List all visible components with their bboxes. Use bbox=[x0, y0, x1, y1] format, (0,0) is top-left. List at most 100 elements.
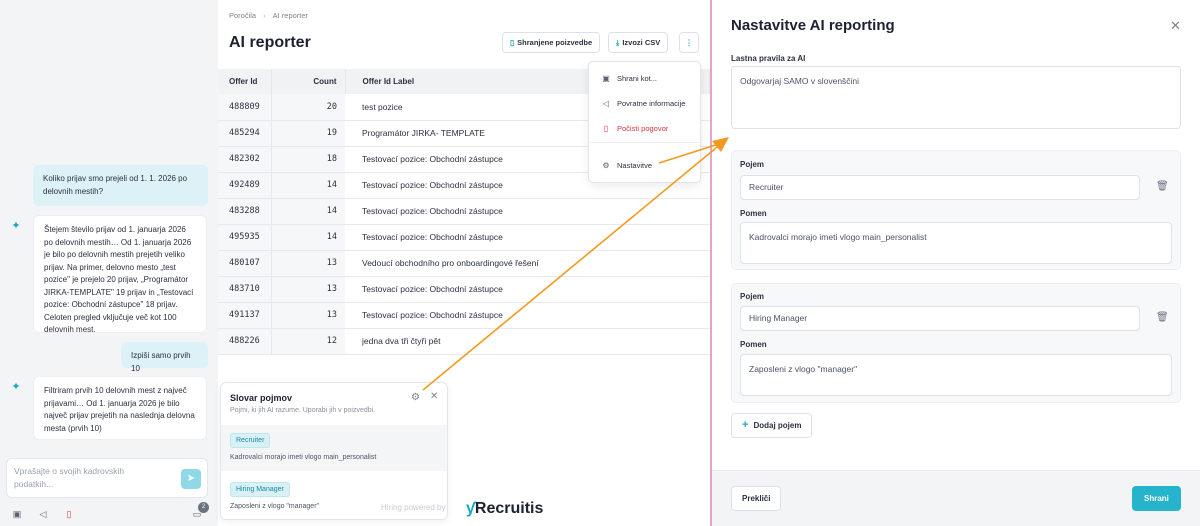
cell-count: 14 bbox=[270, 198, 345, 225]
powered-by-text: Hiring powered by bbox=[381, 503, 446, 512]
cell-count: 18 bbox=[270, 146, 345, 173]
cancel-button[interactable]: Prekliči bbox=[731, 486, 782, 511]
add-term-label: Dodaj pojem bbox=[753, 421, 802, 430]
send-button[interactable]: ➤ bbox=[181, 469, 201, 489]
settings-title: Nastavitve AI reporting bbox=[731, 17, 895, 34]
menu-item-feedback[interactable]: ◁ Povratne informacije bbox=[589, 94, 702, 114]
cell-count: 13 bbox=[270, 276, 345, 303]
close-icon[interactable]: ✕ bbox=[430, 391, 438, 402]
term-input[interactable]: Hiring Manager bbox=[740, 306, 1140, 331]
trash-icon: ▯ bbox=[603, 124, 609, 133]
chevron-right-icon: › bbox=[263, 11, 266, 20]
table-row: 495935 14 Testovací pozice: Obchodní zástu… bbox=[218, 224, 710, 251]
cell-offer-label: Testovací pozice: Obchodní zástupce bbox=[345, 224, 710, 251]
chat-message-user: Koliko prijav smo prejeli od 1. 1. 2026 … bbox=[33, 165, 208, 206]
cell-offer-id: 495935 bbox=[218, 224, 271, 251]
save-icon[interactable]: ▣ bbox=[10, 507, 24, 521]
trash-icon[interactable]: ▯ bbox=[62, 507, 76, 521]
chat-input[interactable]: Vprašajte o svojih kadrovskih podatkih..… bbox=[6, 458, 208, 498]
meaning-textarea[interactable]: Zaposleni z vlogo "manager" bbox=[740, 354, 1172, 396]
save-button[interactable]: Shrani bbox=[1132, 486, 1181, 511]
trash-icon[interactable]: 🗑 bbox=[1156, 312, 1169, 323]
chat-input-placeholder: Vprašajte o svojih kadrovskih podatkih..… bbox=[14, 466, 125, 489]
glossary-item[interactable]: Recruiter Kadrovalci morajo imeti vlogo … bbox=[221, 425, 447, 471]
glossary-card: Slovar pojmov Pojmi, ki jih AI razume. U… bbox=[220, 382, 448, 520]
cell-offer-label: Testovací pozice: Obchodní zástupce bbox=[345, 276, 710, 303]
export-csv-label: Izvozi CSV bbox=[622, 38, 661, 47]
menu-item-label: Shrani kot... bbox=[617, 74, 658, 83]
cell-count: 20 bbox=[270, 94, 345, 121]
menu-divider bbox=[589, 142, 702, 143]
page-title: AI reporter bbox=[229, 34, 311, 51]
term-label: Pojem bbox=[740, 160, 765, 169]
glossary-term-tag: Recruiter bbox=[230, 433, 271, 448]
cell-count: 12 bbox=[270, 328, 345, 355]
cell-count: 19 bbox=[270, 120, 345, 147]
table-row: 488226 12 jedna dva tři čtyři pět bbox=[218, 328, 710, 355]
table-row: 491137 13 Testovací pozice: Obchodní zástu… bbox=[218, 302, 710, 329]
glossary-count-badge: 2 bbox=[198, 502, 209, 513]
cell-offer-id: 491137 bbox=[218, 302, 271, 329]
breadcrumb-parent[interactable]: Poročila bbox=[229, 11, 256, 20]
plus-icon: + bbox=[742, 419, 749, 431]
export-csv-button[interactable]: ⤓ Izvozi CSV bbox=[608, 32, 669, 53]
chat-message-ai: Štejem število prijav od 1. januarja 202… bbox=[33, 215, 207, 334]
rules-textarea[interactable]: Odgovarjaj SAMO v slovenščini bbox=[731, 66, 1181, 129]
more-actions-menu: ▣ Shrani kot... ◁ Povratne informacije ▯ Po… bbox=[588, 61, 702, 183]
chat-panel: Koliko prijav smo prejeli od 1. 1. 2026 … bbox=[0, 0, 216, 526]
settings-footer: Prekliči Shrani bbox=[712, 470, 1200, 526]
term-label: Pojem bbox=[740, 292, 765, 301]
column-header-offer-id[interactable]: Offer Id bbox=[218, 69, 272, 94]
chat-message-user: Izpiši samo prvih 10 bbox=[121, 342, 208, 373]
menu-item-label: Počisti pogovor bbox=[617, 124, 669, 133]
breadcrumb-current: AI reporter bbox=[272, 11, 309, 20]
cell-count: 14 bbox=[270, 172, 345, 199]
breadcrumb: Poročila › AI reporter bbox=[229, 11, 308, 20]
megaphone-icon[interactable]: ◁ bbox=[36, 507, 50, 521]
gear-icon[interactable]: ⚙ bbox=[411, 392, 420, 403]
saved-queries-button[interactable]: ▯ Shranjene poizvedbe bbox=[502, 32, 601, 53]
column-header-count[interactable]: Count bbox=[271, 69, 346, 94]
cell-offer-id: 483710 bbox=[218, 276, 271, 303]
menu-item-settings[interactable]: ⚙ Nastavitve bbox=[589, 156, 702, 176]
table-row: 483710 13 Testovací pozice: Obchodní zástu… bbox=[218, 276, 710, 303]
bookmark-icon: ▯ bbox=[510, 38, 515, 47]
term-input[interactable]: Recruiter bbox=[740, 175, 1140, 200]
glossary-item[interactable]: Hiring Manager Zaposleni z vlogo "manage… bbox=[221, 474, 447, 519]
save-icon: ▣ bbox=[602, 74, 610, 83]
close-icon[interactable]: ✕ bbox=[1170, 18, 1181, 34]
glossary-term-meaning: Zaposleni z vlogo "manager" bbox=[230, 503, 320, 510]
cell-offer-label: Testovací pozice: Obchodní zástupce bbox=[345, 302, 710, 329]
download-icon: ⤓ bbox=[616, 38, 620, 47]
term-card: Pojem Recruiter 🗑 Pomen Kadrovalci moraj… bbox=[731, 150, 1181, 270]
table-row: 480107 13 Vedoucí obchodního pro onboardin… bbox=[218, 250, 710, 277]
meaning-label: Pomen bbox=[740, 340, 767, 349]
cell-offer-id: 492489 bbox=[218, 172, 271, 199]
kebab-menu-icon[interactable]: ⋮ bbox=[679, 32, 699, 53]
term-card: Pojem Hiring Manager 🗑 Pomen Zaposleni z… bbox=[731, 283, 1181, 403]
menu-item-label: Nastavitve bbox=[617, 161, 653, 170]
table-row: 483288 14 Testovací pozice: Obchodní zástu… bbox=[218, 198, 710, 225]
cell-offer-id: 480107 bbox=[218, 250, 271, 277]
chat-message-ai: Filtriram prvih 10 delovnih mest z najve… bbox=[33, 376, 207, 440]
gear-icon: ⚙ bbox=[602, 161, 610, 170]
glossary-term-meaning: Kadrovalci morajo imeti vlogo main_perso… bbox=[230, 454, 377, 461]
menu-item-clear-chat[interactable]: ▯ Počisti pogovor bbox=[589, 119, 702, 139]
cell-offer-id: 488809 bbox=[218, 94, 271, 121]
cell-offer-label: Vedoucí obchodního pro onboardingové řeš… bbox=[345, 250, 710, 277]
cell-offer-id: 483288 bbox=[218, 198, 271, 225]
cell-count: 14 bbox=[270, 224, 345, 251]
chat-toolbar: ▣ ◁ ▯ ▭ bbox=[0, 505, 216, 525]
menu-item-save-as[interactable]: ▣ Shrani kot... bbox=[589, 69, 702, 89]
meaning-textarea[interactable]: Kadrovalci morajo imeti vlogo main_perso… bbox=[740, 222, 1172, 264]
settings-panel: Nastavitve AI reporting ✕ Lastna pravila… bbox=[712, 0, 1200, 526]
cell-offer-id: 488226 bbox=[218, 328, 271, 355]
trash-icon[interactable]: 🗑 bbox=[1156, 181, 1169, 192]
cell-count: 13 bbox=[270, 250, 345, 277]
saved-queries-label: Shranjene poizvedbe bbox=[517, 38, 593, 47]
add-term-button[interactable]: + Dodaj pojem bbox=[731, 413, 813, 438]
glossary-title: Slovar pojmov bbox=[230, 393, 293, 403]
rules-label: Lastna pravila za AI bbox=[731, 54, 806, 63]
ai-sparkle-icon: ✦ bbox=[11, 220, 21, 232]
cell-offer-id: 482302 bbox=[218, 146, 271, 173]
